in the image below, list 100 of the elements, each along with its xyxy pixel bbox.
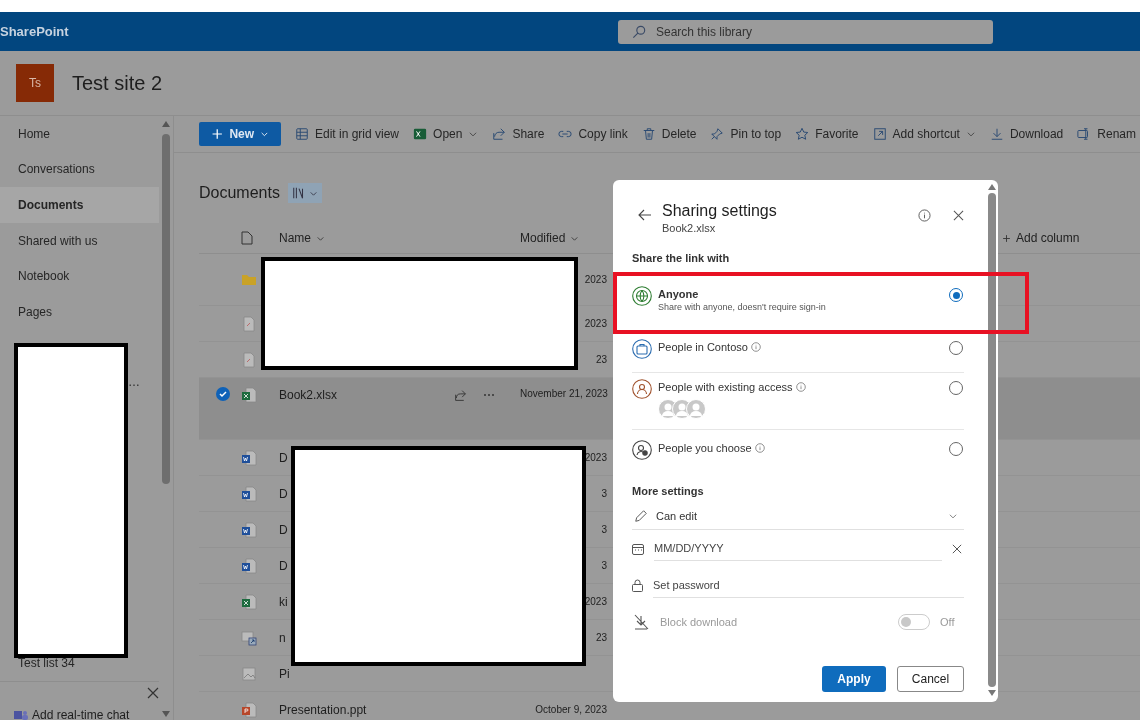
scroll-up-icon[interactable] [161,120,172,128]
info-icon[interactable] [750,342,761,352]
file-name[interactable]: n [279,630,286,645]
modified-date: 3 [601,524,607,535]
check-circle-icon[interactable] [216,387,230,401]
file-name[interactable]: Book2.xlsx [279,388,338,402]
lock-icon [632,579,643,592]
info-icon[interactable] [795,382,806,392]
app-name[interactable]: SharePoint [0,24,618,39]
calendar-icon [632,542,644,555]
nav-item[interactable]: Documents [0,187,160,223]
column-header[interactable]: Modified [520,231,580,245]
option-description: Share with anyone, doesn't require sign-in [658,302,827,312]
permission-dropdown[interactable]: Can edit [632,503,964,530]
new-button[interactable]: New [199,122,281,146]
share-icon [492,127,507,141]
password-field[interactable]: Set password [653,573,964,598]
share-option[interactable]: People with existing access [632,373,964,430]
modified-date: 23 [595,354,607,365]
file-name[interactable]: Pi [279,666,290,681]
scroll-down-icon[interactable] [988,690,996,696]
scroll-thumb[interactable] [162,134,171,484]
command-button[interactable]: Open [413,122,479,146]
command-button[interactable]: Delete [641,122,697,146]
image-file-icon [241,665,257,682]
plus-icon [1002,233,1011,243]
command-button[interactable]: Edit in grid view [295,122,400,146]
toggle-label: Block download [660,616,739,628]
info-icon[interactable] [918,209,931,222]
share-option[interactable]: Anyone Share with anyone, doesn't require sign-in [632,286,964,333]
view-switcher[interactable] [287,183,322,203]
library-title: Documents [199,184,280,202]
clear-icon[interactable] [952,543,962,554]
teams-icon [14,709,28,720]
share-icon[interactable] [454,388,467,402]
cancel-button[interactable]: Cancel [897,666,964,692]
file-type-icon [241,231,253,245]
modified-date: 2023 [584,318,607,329]
modified-date: 2023 [584,596,607,607]
file-name: Book2.xlsx [662,222,717,234]
word-file-icon [241,449,257,466]
caret-icon [948,511,958,521]
word-file-icon [241,557,257,574]
option-label: Anyone [658,288,699,300]
expiry-date-field[interactable]: MM/DD/YYYY [654,536,942,561]
nav-item[interactable]: Shared with us [0,222,160,259]
nav-item[interactable]: Home [0,116,160,152]
share-option[interactable]: People in Contoso [632,333,964,373]
file-name[interactable]: D [279,450,288,465]
nav-item[interactable]: Conversations [0,151,160,188]
more-icon[interactable] [483,393,495,397]
plus-icon [211,127,224,141]
globe-icon [632,286,652,306]
site-logo[interactable]: Ts [16,64,54,102]
command-button[interactable]: Add shortcut [872,122,976,146]
search-field[interactable]: Search this library [618,19,993,44]
star-icon [795,127,810,141]
excel-icon [413,127,428,141]
back-arrow-icon[interactable] [638,209,652,221]
column-header[interactable]: Name [279,231,325,245]
download-icon [989,127,1004,141]
file-name[interactable]: D [279,522,288,537]
file-name[interactable]: ki [279,594,288,609]
command-button[interactable]: Pin to top [710,122,782,146]
chat-link[interactable]: Add real-time chat [32,708,130,720]
info-icon[interactable] [754,443,765,453]
nav-item[interactable]: Notebook [0,258,160,294]
document-icon [241,351,257,368]
pin-icon [710,127,725,141]
briefcase-icon [632,339,652,359]
command-button[interactable]: Share [492,122,545,146]
add-column-button[interactable]: Add column [1002,231,1080,245]
command-button[interactable]: Copy link [558,122,628,146]
file-name[interactable]: D [279,558,288,573]
option-label: People with existing access [658,381,793,393]
modified-date: 2023 [584,452,607,463]
file-name[interactable]: Presentation.ppt [279,702,367,717]
command-button[interactable]: Download [989,122,1064,146]
modified-date: October 9, 2023 [535,704,607,715]
close-icon[interactable] [147,687,160,699]
pencil-icon [634,509,648,523]
nav-item[interactable]: Test list 34 [0,656,75,669]
close-icon[interactable] [953,210,964,221]
modified-date: November 21, 2023 [520,388,608,399]
file-name[interactable]: D [279,486,288,501]
modified-date: 3 [601,488,607,499]
apply-button[interactable]: Apply [822,666,886,692]
word-file-icon [241,521,257,538]
document-icon [241,315,257,332]
shortcut-file-icon [241,629,257,646]
command-button[interactable]: Favorite [795,122,859,146]
option-label: People in Contoso [658,341,748,353]
scroll-up-icon[interactable] [988,184,996,190]
command-button[interactable]: Renam [1077,122,1136,146]
modified-date: 2023 [584,274,607,285]
scroll-down-icon[interactable] [161,710,172,718]
nav-item[interactable]: Pages [0,293,160,330]
word-file-icon [241,485,257,502]
option-label: People you choose [658,442,752,454]
table-icon [295,127,309,141]
